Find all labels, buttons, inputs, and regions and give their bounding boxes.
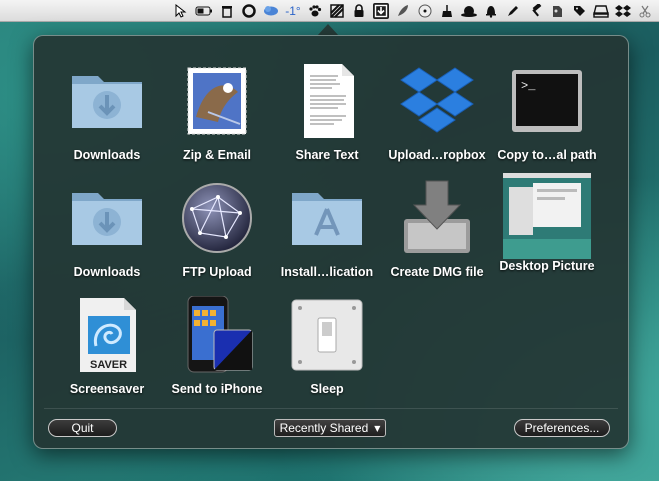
disk-image-icon [398,179,476,257]
action-label: Send to iPhone [171,382,263,396]
scissors-icon[interactable] [637,3,653,19]
action-ftp-upload[interactable]: FTP Upload [161,171,273,283]
action-label: Share Text [295,148,359,162]
action-downloads-1[interactable]: Downloads [51,54,163,166]
temperature-readout[interactable]: -1° [285,3,301,19]
pen-icon[interactable] [505,3,521,19]
action-label: Downloads [73,148,141,162]
action-desktop-picture[interactable]: Desktop Picture [491,171,603,283]
dropbox-icon [398,62,476,140]
action-upload-dropbox[interactable]: Upload…ropbox [381,54,493,166]
evernote-icon[interactable] [549,3,565,19]
action-downloads-2[interactable]: Downloads [51,171,163,283]
lock-icon[interactable] [351,3,367,19]
paw-icon[interactable] [307,3,323,19]
action-share-text[interactable]: Share Text [271,54,383,166]
pointer-icon[interactable] [173,3,189,19]
hammer-icon[interactable] [527,3,543,19]
compass-icon[interactable] [417,3,433,19]
recently-shared-label: Recently Shared [279,421,369,435]
footer-divider [44,408,618,409]
svg-text:SAVER: SAVER [90,359,127,371]
action-grid: Downloads Zip & Email Share Text Upload…… [34,36,628,406]
weather-icon[interactable] [263,3,279,19]
terminal-icon: >_ [508,62,586,140]
action-create-dmg[interactable]: Create DMG file [381,171,493,283]
action-screensaver[interactable]: SAVER Screensaver [51,288,163,400]
drive-icon[interactable] [593,3,609,19]
bell-icon[interactable] [483,3,499,19]
action-sleep[interactable]: Sleep [271,288,383,400]
share-panel: Downloads Zip & Email Share Text Upload…… [33,35,629,449]
action-label: Copy to…al path [497,148,597,162]
action-label: Zip & Email [182,148,252,162]
action-label: Create DMG file [390,265,484,279]
action-zip-email[interactable]: Zip & Email [161,54,273,166]
desktop-picture-icon [503,173,591,259]
mail-stamp-icon [178,62,256,140]
action-copy-terminal-path[interactable]: >_ Copy to…al path [491,54,603,166]
feather-icon[interactable] [395,3,411,19]
iphone-icon [178,295,256,374]
tag-icon[interactable] [571,3,587,19]
dropbox-icon[interactable] [615,3,631,19]
battery-icon[interactable] [195,3,213,19]
action-send-to-iphone[interactable]: Send to iPhone [161,288,273,400]
download-tray-icon[interactable] [373,2,389,19]
action-label: Sleep [310,382,344,396]
bowler-hat-icon[interactable] [461,3,477,19]
action-install-application[interactable]: Install…lication [271,171,383,283]
hatched-square-icon[interactable] [329,3,345,19]
action-label: Desktop Picture [499,259,595,273]
action-label: Screensaver [69,382,145,396]
downloads-folder-icon [68,62,146,140]
action-label: Upload…ropbox [388,148,486,162]
trash-icon[interactable] [219,3,235,19]
applications-folder-icon [288,179,366,257]
quit-button[interactable]: Quit [48,419,117,437]
svg-text:>_: >_ [521,79,536,93]
action-label: Install…lication [280,265,374,279]
recently-shared-dropdown[interactable]: Recently Shared ▼ [274,419,386,437]
menu-bar: -1° [0,0,659,22]
circle-icon[interactable] [241,3,257,19]
action-label: Downloads [73,265,141,279]
chevron-down-icon: ▼ [374,423,381,433]
switch-icon [288,296,366,374]
screensaver-icon: SAVER [68,296,146,374]
broom-icon[interactable] [439,3,455,19]
downloads-folder-icon [68,179,146,257]
text-document-icon [288,62,366,140]
network-globe-icon [178,179,256,257]
action-label: FTP Upload [182,265,252,279]
preferences-button[interactable]: Preferences... [514,419,610,437]
